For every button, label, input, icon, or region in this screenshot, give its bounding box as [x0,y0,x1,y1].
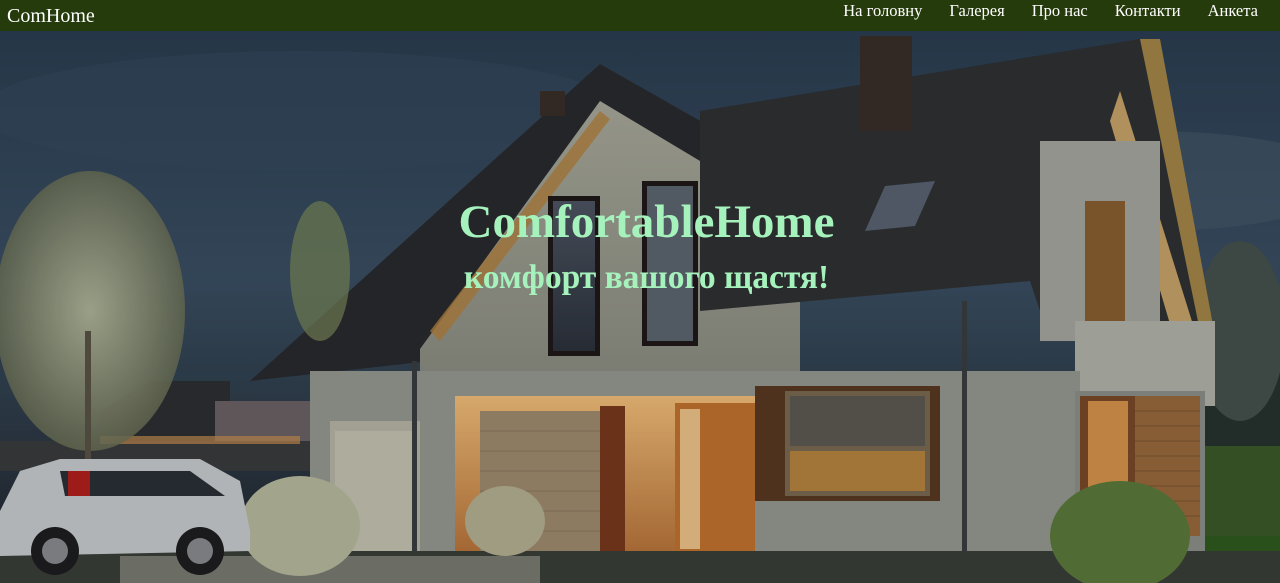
site-logo[interactable]: ComHome [7,5,95,27]
hero-subtitle: комфорт вашого щастя! [463,259,830,296]
nav-link-contacts[interactable]: Контакти [1115,0,1181,20]
hero-section: ComfortableHome комфорт вашого щастя! [0,31,1280,583]
nav-link-form[interactable]: Анкета [1208,0,1258,20]
hero-title: ComfortableHome [458,196,835,248]
hero-background-image [0,31,1280,583]
nav-link-home[interactable]: На головну [843,0,922,20]
main-nav: На головну Галерея Про нас Контакти Анке… [843,0,1258,31]
nav-link-gallery[interactable]: Галерея [949,0,1004,20]
nav-link-about[interactable]: Про нас [1032,0,1088,20]
top-nav-bar: ComHome На головну Галерея Про нас Конта… [0,0,1280,31]
